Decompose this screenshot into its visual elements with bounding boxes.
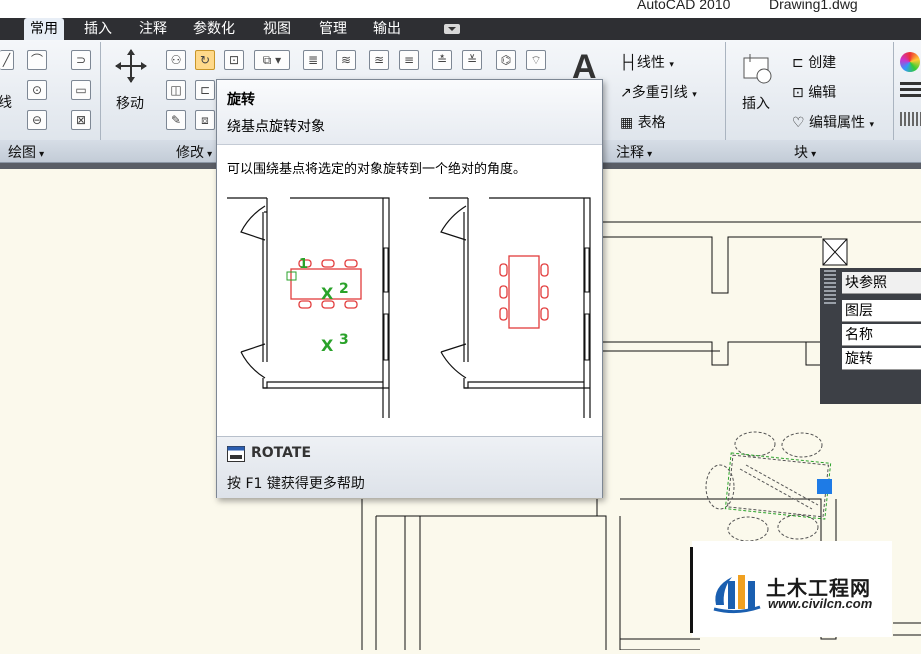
table-button[interactable]: ▦ 表格 bbox=[620, 112, 666, 132]
quick-properties-palette: 块参照 图层 名称 旋转 bbox=[820, 268, 921, 404]
stretch-icon[interactable]: ⊏ bbox=[195, 80, 215, 100]
annotation-panel-title[interactable]: 注释 bbox=[616, 142, 652, 162]
property-rotation[interactable]: 旋转 bbox=[842, 348, 921, 370]
tab-annotate[interactable]: 注释 bbox=[133, 18, 173, 40]
layer-freeze-icon[interactable]: ≛ bbox=[432, 50, 452, 70]
tab-view[interactable]: 视图 bbox=[257, 18, 297, 40]
property-name[interactable]: 名称 bbox=[842, 324, 921, 346]
table-label: 表格 bbox=[637, 115, 666, 131]
marker-1: 1 bbox=[299, 257, 308, 272]
insert-block-icon[interactable] bbox=[740, 50, 776, 86]
tab-parametric[interactable]: 参数化 bbox=[187, 18, 241, 40]
insert-label: 插入 bbox=[742, 96, 770, 112]
tooltip-illustration: 1 X 2 X 3 bbox=[227, 192, 593, 424]
layer-lock-icon[interactable]: ≚ bbox=[462, 50, 482, 70]
marker-x-2: X bbox=[321, 284, 334, 303]
rotate-tooltip: 旋转 绕基点旋转对象 可以围绕基点将选定的对象旋转到一个绝对的角度。 1 X 2… bbox=[216, 79, 603, 498]
modify-panel-title[interactable]: 修改 bbox=[176, 142, 212, 162]
property-layer[interactable]: 图层 bbox=[842, 300, 921, 322]
move-icon[interactable] bbox=[114, 48, 148, 84]
multileader-label: 多重引线 bbox=[631, 85, 688, 101]
layer-properties-icon[interactable]: ≣ bbox=[303, 50, 323, 70]
command-line-icon bbox=[227, 446, 245, 462]
trim-icon[interactable]: ⊡ bbox=[224, 50, 244, 70]
circle-icon[interactable]: ⊙ bbox=[27, 80, 47, 100]
layer-walk-icon[interactable]: ⌬ bbox=[496, 50, 516, 70]
marker-2: 2 bbox=[339, 281, 349, 297]
document-title: Drawing1.dwg bbox=[769, 0, 858, 12]
lineweight-icon[interactable] bbox=[900, 82, 921, 100]
line-tool-icon[interactable]: ╱ bbox=[0, 50, 14, 70]
civilcn-watermark-logo: 土木工程网 www.civilcn.com bbox=[690, 541, 892, 637]
watermark-url: www.civilcn.com bbox=[768, 596, 873, 611]
layer-isolate-icon[interactable]: ≊ bbox=[369, 50, 389, 70]
layer-match-icon[interactable]: ≡ bbox=[399, 50, 419, 70]
palette-grip-icon[interactable] bbox=[824, 270, 836, 304]
ellipse-icon[interactable]: ⊖ bbox=[27, 110, 47, 130]
edit-attributes-label: 编辑属性 bbox=[809, 115, 866, 131]
edit-attributes-button[interactable]: ♡ 编辑属性 ▾ bbox=[792, 112, 874, 132]
minimize-ribbon-button[interactable] bbox=[444, 24, 460, 34]
hatch-icon[interactable]: ⊃ bbox=[71, 50, 91, 70]
polyline-icon[interactable]: ⌒ bbox=[27, 50, 47, 70]
tooltip-help-hint: 按 F1 键获得更多帮助 bbox=[227, 476, 365, 492]
erase-icon[interactable]: ✎ bbox=[166, 110, 186, 130]
marker-3: 3 bbox=[339, 332, 349, 348]
tooltip-header: 旋转 绕基点旋转对象 bbox=[217, 80, 602, 145]
civilcn-logo-icon bbox=[713, 575, 761, 614]
tab-insert[interactable]: 插入 bbox=[78, 18, 118, 40]
app-title: AutoCAD 2010 bbox=[637, 0, 731, 12]
tooltip-footer: ROTATE 按 F1 键获得更多帮助 bbox=[217, 436, 602, 498]
multileader-button[interactable]: ↗多重引线 ▾ bbox=[620, 82, 697, 102]
tab-home[interactable]: 常用 bbox=[24, 18, 64, 40]
tab-output[interactable]: 输出 bbox=[367, 18, 407, 40]
edit-block-button[interactable]: ⊡ 编辑 bbox=[792, 82, 836, 102]
marker-x-3: X bbox=[321, 336, 334, 355]
linetype-icon[interactable] bbox=[900, 112, 921, 126]
tab-manage[interactable]: 管理 bbox=[313, 18, 353, 40]
selection-grip bbox=[817, 479, 832, 494]
tooltip-title: 旋转 bbox=[227, 92, 255, 108]
create-label: 创建 bbox=[808, 55, 837, 71]
region-icon[interactable]: ⊠ bbox=[71, 110, 91, 130]
layer-state-icon[interactable]: ≋ bbox=[336, 50, 356, 70]
tooltip-command-name: ROTATE bbox=[251, 445, 312, 461]
array-icon[interactable]: ⧉ ▾ bbox=[254, 50, 290, 70]
scale-icon[interactable]: ⧈ bbox=[195, 110, 215, 130]
edit-label: 编辑 bbox=[808, 85, 837, 101]
draw-panel-title[interactable]: 绘图 bbox=[8, 142, 44, 162]
tooltip-description: 可以围绕基点将选定的对象旋转到一个绝对的角度。 bbox=[227, 162, 527, 177]
move-label: 移动 bbox=[116, 96, 144, 112]
linear-label: 线性 bbox=[636, 55, 665, 71]
layer-merge-icon[interactable]: ⌔ bbox=[526, 50, 546, 70]
color-wheel-icon[interactable] bbox=[900, 52, 920, 72]
draw-partial-label: 线 bbox=[0, 95, 12, 111]
linear-dimension-button[interactable]: ├┤线性 ▾ bbox=[620, 52, 674, 72]
rectangle-icon[interactable]: ▭ bbox=[71, 80, 91, 100]
create-block-button[interactable]: ⊏ 创建 bbox=[792, 52, 836, 72]
title-bar: AutoCAD 2010 Drawing1.dwg bbox=[0, 0, 921, 18]
mirror-icon[interactable]: ◫ bbox=[166, 80, 186, 100]
block-panel-title[interactable]: 块 bbox=[794, 142, 816, 162]
tooltip-subtitle: 绕基点旋转对象 bbox=[227, 119, 325, 135]
copy-icon[interactable]: ⚇ bbox=[166, 50, 186, 70]
properties-header[interactable]: 块参照 bbox=[842, 272, 921, 294]
ribbon-tab-bar: 常用 插入 注释 参数化 视图 管理 输出 bbox=[0, 18, 921, 40]
rotate-icon[interactable]: ↻ bbox=[195, 50, 215, 70]
